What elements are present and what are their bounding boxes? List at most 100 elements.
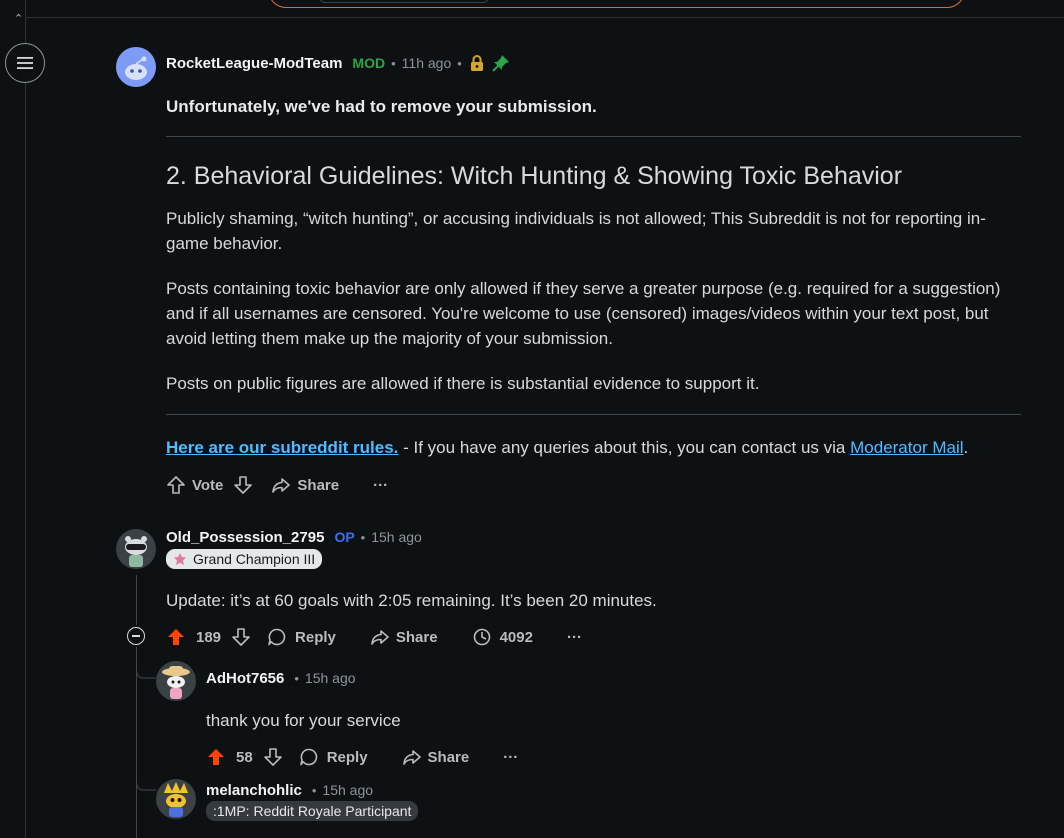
downvote-button[interactable] — [231, 627, 251, 647]
upvote-icon — [167, 476, 185, 494]
comment-header: RocketLeague-ModTeam MOD • 11h ago • — [166, 53, 510, 73]
snoo-avatar-icon — [156, 661, 196, 701]
user-flair: Grand Champion III — [166, 549, 323, 571]
avatar[interactable] — [116, 529, 156, 569]
timestamp[interactable]: 15h ago — [371, 529, 422, 545]
rule-paragraph-3: Posts on public figures are allowed if t… — [166, 374, 760, 393]
rules-footer-text: - If you have any queries about this, yo… — [398, 438, 851, 457]
mod-tag: MOD — [352, 55, 386, 71]
separator-dot: • — [311, 782, 317, 798]
share-button[interactable]: Share — [271, 475, 339, 495]
search-bar[interactable] — [268, 0, 965, 8]
period: . — [963, 438, 969, 457]
divider — [166, 136, 1021, 137]
upvote-button[interactable]: Vote — [166, 475, 223, 495]
rule-heading: 2. Behavioral Guidelines: Witch Hunting … — [166, 162, 903, 190]
upvote-filled-icon — [168, 629, 184, 645]
divider — [166, 414, 1021, 415]
more-icon: ··· — [566, 628, 582, 646]
pin-icon — [492, 54, 510, 72]
upvote-button[interactable]: 189 — [166, 627, 221, 647]
comment-text: Update: it’s at 60 goals with 2:05 remai… — [166, 591, 657, 610]
reply-button[interactable]: Reply — [299, 747, 368, 767]
downvote-icon — [232, 628, 250, 646]
share-button[interactable]: Share — [370, 627, 438, 647]
op-tag: OP — [334, 529, 355, 545]
moderator-mail-link[interactable]: Moderator Mail — [850, 438, 963, 457]
subreddit-rules-link[interactable]: Here are our subreddit rules. — [166, 438, 398, 457]
minus-icon — [132, 635, 140, 637]
lock-icon — [468, 54, 486, 72]
search-field[interactable] — [319, 0, 489, 3]
vote-count: 189 — [196, 628, 222, 646]
top-bar — [0, 0, 1064, 18]
separator-dot: • — [457, 55, 462, 71]
upvote-button[interactable]: 58 — [206, 747, 253, 767]
reply-label: Reply — [326, 748, 368, 766]
comment-header: melanchohlic • 15h ago — [206, 780, 373, 800]
share-button[interactable]: Share — [402, 747, 470, 767]
separator-dot: • — [391, 55, 396, 71]
share-label: Share — [427, 748, 470, 766]
view-count: 4092 — [499, 628, 533, 646]
user-flair: :1MP: Reddit Royale Participant — [206, 801, 419, 821]
author-name[interactable]: RocketLeague-ModTeam — [166, 55, 342, 72]
reply-button[interactable]: Reply — [267, 627, 336, 647]
chevron-up-icon[interactable]: ⌃ — [14, 14, 24, 25]
separator-dot: • — [294, 670, 299, 686]
vote-count: 58 — [236, 748, 253, 766]
removal-title: Unfortunately, we've had to remove your … — [166, 97, 597, 116]
reply-label: Reply — [295, 628, 336, 646]
more-options-button[interactable]: ··· — [567, 629, 582, 646]
comment-bubble-icon — [268, 628, 286, 646]
snoo-avatar-icon — [156, 779, 196, 819]
downvote-icon — [234, 476, 253, 494]
insights-button[interactable]: 4092 — [472, 627, 533, 647]
snoo-avatar-icon — [116, 47, 156, 87]
timestamp[interactable]: 11h ago — [402, 55, 452, 71]
thread-line[interactable] — [136, 575, 137, 625]
share-label: Share — [395, 628, 438, 646]
rules-footer: Here are our subreddit rules. - If you h… — [166, 435, 968, 460]
rank-icon — [173, 552, 187, 566]
more-icon: ··· — [503, 748, 519, 766]
timestamp[interactable]: 15h ago — [322, 782, 373, 798]
upvote-filled-icon — [208, 749, 224, 765]
flair-label: Grand Champion III — [193, 551, 316, 567]
timestamp[interactable]: 15h ago — [305, 670, 356, 686]
author-name[interactable]: AdHot7656 — [206, 670, 284, 687]
collapse-thread-button[interactable] — [127, 627, 145, 645]
op-comment-actions: 189 Reply Share 4092 ··· — [166, 626, 582, 648]
snoo-avatar-icon — [116, 529, 156, 569]
comment-bubble-icon — [299, 748, 317, 766]
avatar[interactable] — [116, 47, 156, 87]
insights-icon — [473, 628, 490, 646]
separator-dot: • — [360, 529, 366, 545]
share-icon — [402, 750, 421, 765]
downvote-button[interactable] — [233, 475, 253, 495]
menu-button[interactable] — [5, 43, 45, 83]
comment-text: thank you for your service — [206, 711, 401, 730]
flair-label: :1MP: Reddit Royale Participant — [206, 801, 419, 821]
comment-header: Old_Possession_2795 OP • 15h ago — [166, 527, 422, 547]
thread-branch — [136, 760, 156, 791]
reply-actions: 58 Reply Share ··· — [206, 746, 518, 768]
comment-header: AdHot7656 • 15h ago — [206, 668, 356, 688]
hamburger-icon — [17, 57, 33, 69]
share-icon — [272, 478, 291, 493]
share-label: Share — [297, 476, 340, 494]
more-options-button[interactable]: ··· — [503, 749, 518, 766]
avatar[interactable] — [156, 661, 196, 701]
more-options-button[interactable]: ··· — [373, 477, 388, 494]
author-name[interactable]: melanchohlic — [206, 782, 302, 799]
rule-paragraph-1: Publicly shaming, “witch hunting”, or ac… — [166, 209, 986, 253]
rule-paragraph-2: Posts containing toxic behavior are only… — [166, 279, 1001, 348]
thread-branch — [136, 648, 156, 679]
share-icon — [371, 630, 389, 645]
author-name[interactable]: Old_Possession_2795 — [166, 529, 324, 546]
left-rail: ⌃ — [0, 0, 26, 838]
downvote-icon — [263, 748, 282, 766]
downvote-button[interactable] — [263, 747, 283, 767]
mod-comment-actions: Vote Share ··· — [166, 474, 388, 496]
avatar[interactable] — [156, 779, 196, 819]
